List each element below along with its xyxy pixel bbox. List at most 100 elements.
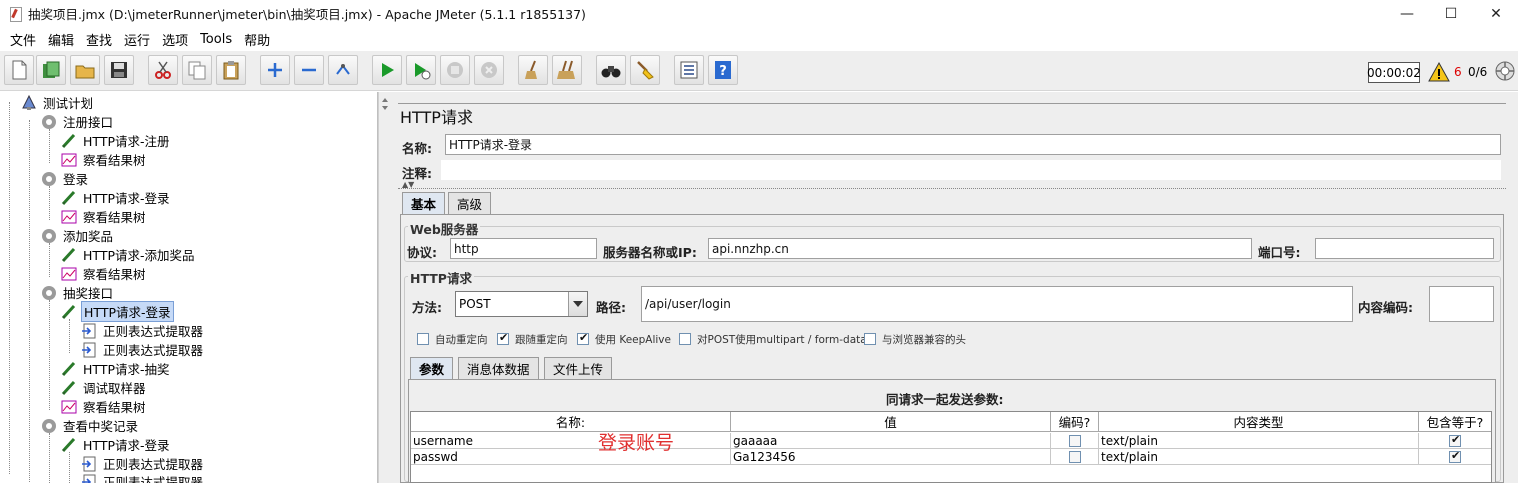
path-field[interactable]: /api/user/login xyxy=(641,286,1353,322)
name-field[interactable]: HTTP请求-登录 xyxy=(445,134,1501,155)
column-header-encode[interactable]: 编码? xyxy=(1051,412,1099,432)
table-cell-encode[interactable] xyxy=(1051,449,1099,465)
close-button[interactable]: ✕ xyxy=(1473,0,1518,27)
column-header-include-equals[interactable]: 包含等于? xyxy=(1419,412,1491,432)
server-field[interactable]: api.nnzhp.cn xyxy=(708,238,1252,259)
tree-node-sampler-selected[interactable]: HTTP请求-登录 xyxy=(60,301,174,322)
test-plan-tree[interactable]: 测试计划 注册接口 HTTP请求-注册 察看结果树 登录 HTTP请求-登录 察… xyxy=(0,92,378,483)
encode-checkbox[interactable] xyxy=(1068,434,1081,447)
tree-node-sampler[interactable]: HTTP请求-抽奖 xyxy=(60,359,172,378)
content-encoding-field[interactable] xyxy=(1429,286,1494,322)
help-button[interactable]: ? xyxy=(708,55,738,85)
checkbox-box[interactable] xyxy=(497,331,509,345)
tree-node-sampler[interactable]: HTTP请求-注册 xyxy=(60,131,172,150)
tree-node-listener[interactable]: 察看结果树 xyxy=(60,150,148,169)
tree-node-sampler[interactable]: HTTP请求-登录 xyxy=(60,435,172,454)
checkbox-box[interactable] xyxy=(864,333,876,345)
tree-node-sampler[interactable]: 调试取样器 xyxy=(60,378,148,397)
tab-basic[interactable]: 基本 xyxy=(402,192,446,214)
tree-node-extractor[interactable]: 正则表达式提取器 xyxy=(80,340,205,359)
tree-node-sampler[interactable]: HTTP请求-登录 xyxy=(60,188,172,207)
start-button[interactable] xyxy=(372,55,402,85)
checkbox-box[interactable] xyxy=(577,331,589,345)
table-cell-content-type[interactable]: text/plain xyxy=(1099,449,1419,465)
tab-body-data[interactable]: 消息体数据 xyxy=(458,357,539,379)
reset-search-button[interactable] xyxy=(630,55,660,85)
table-cell-value[interactable]: Ga123456 xyxy=(731,449,1051,465)
include-equals-checkbox[interactable] xyxy=(1449,433,1461,447)
save-button[interactable] xyxy=(104,55,134,85)
stop-button[interactable] xyxy=(440,55,470,85)
templates-button[interactable] xyxy=(36,55,66,85)
tree-node-extractor[interactable]: 正则表达式提取器 xyxy=(80,321,205,340)
keepalive-checkbox[interactable]: 使用 KeepAlive xyxy=(577,331,671,347)
expand-all-button[interactable] xyxy=(260,55,290,85)
checkbox-box[interactable] xyxy=(679,333,691,345)
chevron-down-icon[interactable] xyxy=(568,292,587,316)
tree-node-listener[interactable]: 察看结果树 xyxy=(60,264,148,283)
tree-node-thread-group[interactable]: 添加奖品 xyxy=(40,226,115,245)
open-button[interactable] xyxy=(70,55,100,85)
checkbox-box[interactable] xyxy=(417,333,429,345)
table-cell-encode[interactable] xyxy=(1051,433,1099,449)
menu-tools[interactable]: Tools xyxy=(194,32,238,47)
tree-node-sampler[interactable]: HTTP请求-添加奖品 xyxy=(60,245,197,264)
function-helper-button[interactable] xyxy=(674,55,704,85)
column-header-value[interactable]: 值 xyxy=(731,412,1051,432)
table-cell-name[interactable]: username xyxy=(411,433,731,449)
browser-compatible-headers-checkbox[interactable]: 与浏览器兼容的头 xyxy=(864,331,966,347)
protocol-field[interactable]: http xyxy=(450,238,597,259)
new-button[interactable] xyxy=(4,55,34,85)
column-header-content-type[interactable]: 内容类型 xyxy=(1099,412,1419,432)
follow-redirects-checkbox[interactable]: 跟随重定向 xyxy=(497,331,568,347)
tree-node-thread-group[interactable]: 查看中奖记录 xyxy=(40,416,140,435)
tree-node-thread-group[interactable]: 抽奖接口 xyxy=(40,283,115,302)
table-cell-content-type[interactable]: text/plain xyxy=(1099,433,1419,449)
menu-options[interactable]: 选项 xyxy=(156,30,194,49)
menu-file[interactable]: 文件 xyxy=(4,30,42,49)
tab-advanced[interactable]: 高级 xyxy=(448,192,492,214)
table-cell-include-equals[interactable] xyxy=(1419,449,1491,465)
tree-node-listener[interactable]: 察看结果树 xyxy=(60,397,148,416)
toggle-button[interactable] xyxy=(328,55,358,85)
clear-button[interactable] xyxy=(518,55,548,85)
clear-all-button[interactable] xyxy=(552,55,582,85)
port-field[interactable] xyxy=(1315,238,1494,259)
method-select[interactable]: POST xyxy=(455,291,588,317)
include-equals-checkbox[interactable] xyxy=(1449,449,1461,463)
warning-icon[interactable] xyxy=(1428,61,1450,83)
comment-field[interactable] xyxy=(441,160,1501,180)
tree-node-test-plan[interactable]: 测试计划 xyxy=(20,93,95,112)
tab-parameters[interactable]: 参数 xyxy=(410,357,454,379)
start-no-pause-button[interactable] xyxy=(406,55,436,85)
column-header-name[interactable]: 名称: xyxy=(411,412,731,432)
split-pane-divider[interactable] xyxy=(378,92,390,483)
encode-checkbox[interactable] xyxy=(1068,450,1081,463)
collapse-all-button[interactable] xyxy=(294,55,324,85)
menu-search[interactable]: 查找 xyxy=(80,30,118,49)
paste-button[interactable] xyxy=(216,55,246,85)
copy-button[interactable] xyxy=(182,55,212,85)
tree-node-extractor[interactable]: 正则表达式提取器 xyxy=(80,472,205,483)
parameters-table[interactable]: 名称: 值 编码? 内容类型 包含等于? username gaaaaa tex… xyxy=(410,411,1492,483)
maximize-button[interactable]: ☐ xyxy=(1428,0,1474,27)
search-button[interactable] xyxy=(596,55,626,85)
tree-node-extractor[interactable]: 正则表达式提取器 xyxy=(80,454,205,473)
menu-run[interactable]: 运行 xyxy=(118,30,156,49)
table-cell-name[interactable]: passwd xyxy=(411,449,731,465)
shutdown-button[interactable] xyxy=(474,55,504,85)
multipart-checkbox[interactable]: 对POST使用multipart / form-data xyxy=(679,331,867,347)
menu-help[interactable]: 帮助 xyxy=(238,30,276,49)
tab-files-upload[interactable]: 文件上传 xyxy=(544,357,613,379)
cut-icon xyxy=(155,61,171,79)
tree-node-listener[interactable]: 察看结果树 xyxy=(60,207,148,226)
path-label: 路径: xyxy=(596,300,626,315)
table-cell-value[interactable]: gaaaaa xyxy=(731,433,1051,449)
menu-edit[interactable]: 编辑 xyxy=(42,30,80,49)
redirect-auto-checkbox[interactable]: 自动重定向 xyxy=(417,331,488,347)
minimize-button[interactable]: — xyxy=(1384,0,1430,27)
tree-node-thread-group[interactable]: 注册接口 xyxy=(40,112,115,131)
tree-node-thread-group[interactable]: 登录 xyxy=(40,169,90,188)
table-cell-include-equals[interactable] xyxy=(1419,433,1491,449)
cut-button[interactable] xyxy=(148,55,178,85)
